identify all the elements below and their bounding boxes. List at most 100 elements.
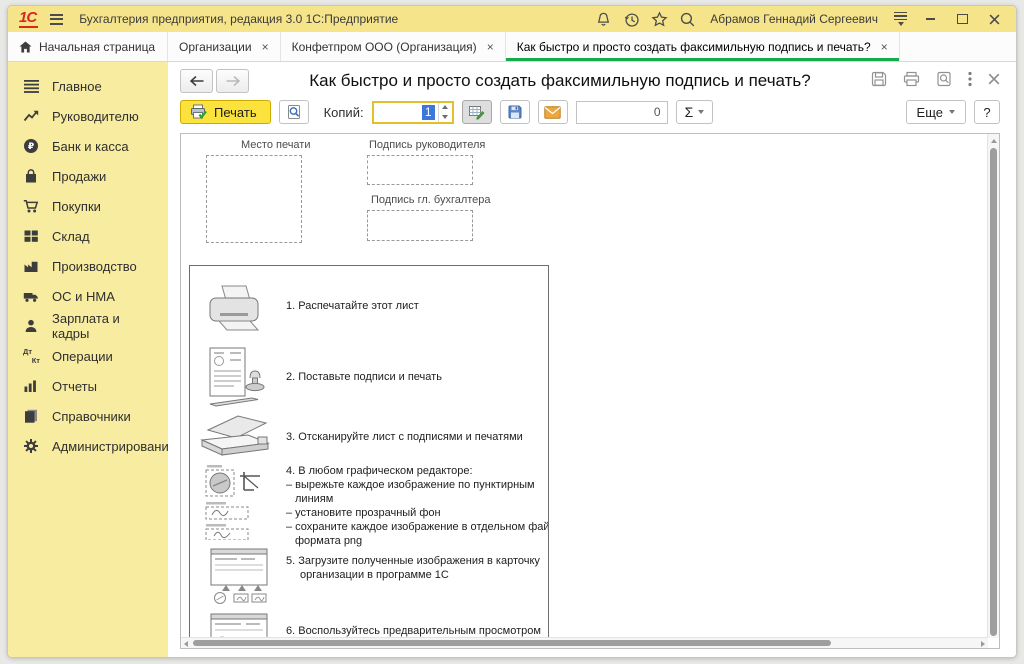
- maximize-button[interactable]: [951, 10, 973, 28]
- person-icon: [23, 318, 39, 334]
- trend-arrow-icon: [23, 108, 39, 124]
- vertical-scroll-thumb[interactable]: [990, 148, 997, 636]
- sidebar-item-operations[interactable]: Дт Кт Операции: [8, 341, 168, 371]
- step-text: 1. Распечатайте этот лист: [286, 299, 419, 313]
- print-icon[interactable]: [903, 71, 920, 92]
- print-button-label: Печать: [214, 105, 257, 120]
- accountant-signature-box: [367, 210, 473, 241]
- upload-to-1c-illustration: [208, 547, 270, 605]
- bar-chart-icon: [23, 378, 39, 394]
- current-user-name[interactable]: Абрамов Геннадий Сергеевич: [710, 12, 878, 26]
- copies-decrement[interactable]: [439, 112, 452, 122]
- chevron-down-icon: [698, 110, 704, 114]
- save-result-button[interactable]: [500, 100, 530, 124]
- cart-icon: [23, 198, 39, 214]
- menu-lines-icon: [23, 78, 39, 94]
- main-menu-icon[interactable]: [48, 12, 65, 27]
- step-bullet: – установите прозрачный фон: [286, 506, 549, 520]
- sidebar-item-reports[interactable]: Отчеты: [8, 371, 168, 401]
- more-button[interactable]: Еще: [906, 100, 966, 124]
- print-preview-panel: Место печати Подпись руководителя Подпис…: [180, 133, 1000, 649]
- sidebar-item-label: Покупки: [52, 199, 101, 214]
- send-email-button[interactable]: [538, 100, 568, 124]
- back-button[interactable]: [180, 69, 213, 93]
- favorites-star-icon[interactable]: [650, 10, 668, 28]
- instruction-box: 1. Распечатайте этот лист: [189, 265, 549, 649]
- tab-facsimile-help[interactable]: Как быстро и просто создать факсимильную…: [506, 32, 900, 61]
- sidebar-item-fixed-assets[interactable]: ОС и НМА: [8, 281, 168, 311]
- tab-organizations[interactable]: Организации ×: [168, 32, 281, 61]
- forward-button[interactable]: [216, 69, 249, 93]
- graphic-editor-illustration: [204, 464, 270, 540]
- search-icon[interactable]: [678, 10, 696, 28]
- app-window: 1С Бухгалтерия предприятия, редакция 3.0…: [7, 5, 1017, 658]
- vertical-scrollbar[interactable]: [987, 134, 999, 638]
- notifications-bell-icon[interactable]: [594, 10, 612, 28]
- horizontal-scrollbar[interactable]: [181, 637, 988, 648]
- close-window-button[interactable]: [983, 10, 1005, 28]
- sidebar-item-administration[interactable]: Администрирование: [8, 431, 168, 461]
- stamp-place-box: [206, 155, 302, 243]
- service-menu-icon[interactable]: [892, 10, 909, 29]
- tab-home[interactable]: Начальная страница: [8, 32, 168, 61]
- sidebar-item-warehouse[interactable]: Склад: [8, 221, 168, 251]
- sidebar-item-directories[interactable]: Справочники: [8, 401, 168, 431]
- sidebar-item-sales[interactable]: Продажи: [8, 161, 168, 191]
- sidebar-item-label: Отчеты: [52, 379, 97, 394]
- sidebar-item-label: Банк и касса: [52, 139, 129, 154]
- sidebar-item-label: Продажи: [52, 169, 106, 184]
- close-form-icon[interactable]: [988, 72, 1000, 90]
- sidebar-item-label: Производство: [52, 259, 137, 274]
- sidebar-item-main[interactable]: Главное: [8, 71, 168, 101]
- save-icon[interactable]: [871, 71, 887, 92]
- kebab-menu-icon[interactable]: [968, 71, 972, 92]
- copies-label: Копий:: [324, 105, 364, 120]
- printer-illustration: [206, 284, 266, 336]
- minimize-button[interactable]: [919, 10, 941, 28]
- print-button[interactable]: Печать: [180, 100, 271, 124]
- ruble-circle-icon: ₽: [23, 138, 39, 154]
- tab-close-icon[interactable]: ×: [881, 41, 888, 53]
- scroll-right-arrow[interactable]: [981, 641, 985, 647]
- accountant-signature-label: Подпись гл. бухгалтера: [371, 194, 491, 206]
- tab-close-icon[interactable]: ×: [487, 41, 494, 53]
- director-signature-box: [367, 155, 473, 185]
- sidebar-item-purchases[interactable]: Покупки: [8, 191, 168, 221]
- more-button-label: Еще: [917, 105, 943, 120]
- sum-button[interactable]: Σ: [676, 100, 714, 124]
- tab-close-icon[interactable]: ×: [262, 41, 269, 53]
- help-button[interactable]: ?: [974, 100, 1000, 124]
- copies-stepper[interactable]: 1: [372, 101, 454, 124]
- scroll-up-arrow[interactable]: [991, 139, 997, 143]
- scanner-illustration: [200, 414, 272, 460]
- sidebar-item-production[interactable]: Производство: [8, 251, 168, 281]
- sidebar-item-bank-cash[interactable]: ₽ Банк и касса: [8, 131, 168, 161]
- 1c-logo: 1С: [19, 10, 38, 28]
- sidebar-item-manager[interactable]: Руководителю: [8, 101, 168, 131]
- tab-konfetprom[interactable]: Конфетпром ООО (Организация) ×: [281, 32, 506, 61]
- print-preview-button[interactable]: [279, 100, 309, 124]
- pages-count-field[interactable]: 0: [576, 101, 668, 124]
- tab-label: Начальная страница: [39, 40, 155, 54]
- book-icon: [23, 408, 39, 424]
- tab-label: Как быстро и просто создать факсимильную…: [517, 40, 871, 54]
- table-settings-button[interactable]: [462, 100, 492, 124]
- history-icon[interactable]: [622, 10, 640, 28]
- tab-bar: Начальная страница Организации × Конфетп…: [8, 32, 1016, 62]
- preview-icon[interactable]: [936, 71, 952, 92]
- director-signature-label: Подпись руководителя: [369, 139, 485, 151]
- sidebar-item-label: ОС и НМА: [52, 289, 115, 304]
- sidebar-item-label: Склад: [52, 229, 90, 244]
- horizontal-scroll-thumb[interactable]: [193, 640, 831, 646]
- grid-blocks-icon: [23, 228, 39, 244]
- gear-icon: [23, 438, 39, 454]
- copies-increment[interactable]: [439, 103, 452, 113]
- sidebar-item-label: Руководителю: [52, 109, 139, 124]
- sections-sidebar: Главное Руководителю ₽ Банк и касса Прод…: [8, 62, 168, 657]
- tab-label: Организации: [179, 40, 252, 54]
- sidebar-item-salary-hr[interactable]: Зарплата и кадры: [8, 311, 168, 341]
- pages-count-value: 0: [654, 105, 661, 119]
- scroll-left-arrow[interactable]: [184, 641, 188, 647]
- debit-credit-icon: Дт Кт: [23, 348, 39, 364]
- signed-sheet-illustration: [208, 346, 268, 410]
